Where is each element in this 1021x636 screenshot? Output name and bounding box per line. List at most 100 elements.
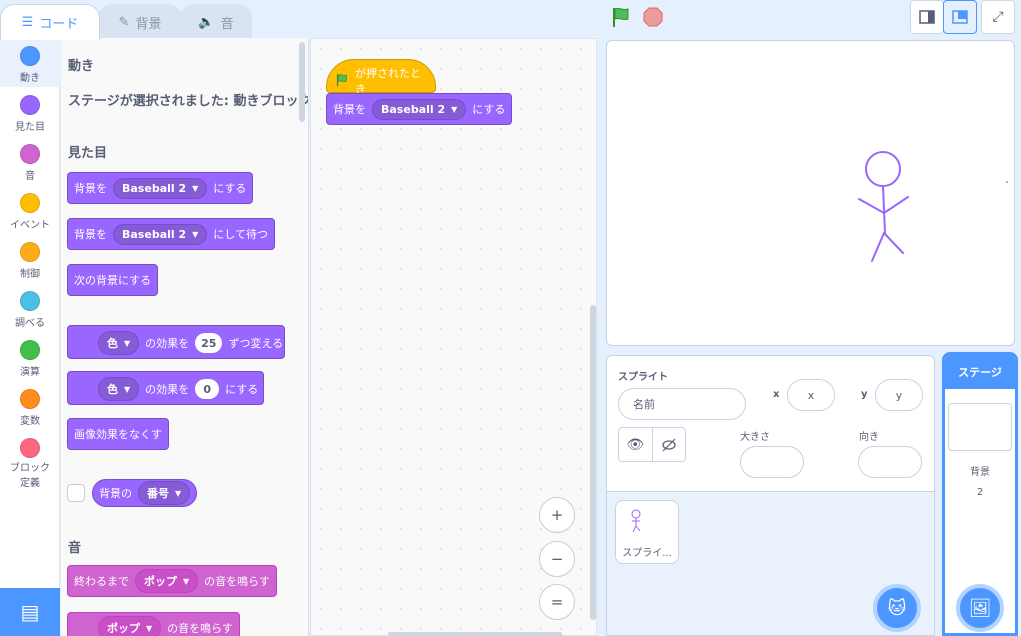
speaker-icon: 🔈 (198, 15, 215, 30)
block-switch-backdrop[interactable]: 背景を Baseball 2 ▼ にする (326, 93, 513, 125)
backdrop-number-checkbox[interactable] (67, 484, 85, 502)
chevron-down-icon: ▼ (175, 488, 182, 498)
effect-amount-input[interactable]: 25 (195, 333, 223, 353)
backdrop-dropdown[interactable]: Baseball 2 ▼ (113, 177, 208, 199)
control-icon (20, 242, 40, 262)
tab-backdrops[interactable]: ✎ 背景 (98, 4, 182, 40)
category-sensing[interactable]: 調べる (0, 283, 60, 332)
category-control[interactable]: 制御 (0, 234, 60, 283)
sound-dropdown[interactable]: ポップ ▼ (98, 616, 162, 636)
effect-value-input[interactable]: 0 (195, 379, 220, 399)
chevron-down-icon: ▼ (124, 338, 131, 348)
category-looks[interactable]: 見た目 (0, 87, 60, 136)
section-title-motion: 動き (68, 59, 95, 74)
large-stage-icon (952, 10, 968, 24)
looks-icon (20, 95, 40, 115)
block-switch-backdrop-wait[interactable]: 背景を Baseball 2 ▼ にして待つ (67, 218, 275, 250)
stage-selector-title: ステージ (945, 355, 1015, 389)
stage-canvas[interactable] (606, 40, 1015, 346)
category-events[interactable]: イベント (0, 185, 60, 234)
chevron-down-icon: ▼ (183, 576, 190, 586)
script-scrollbar-horizontal[interactable] (388, 632, 562, 636)
block-clear-effects[interactable]: 画像効果をなくす (67, 418, 169, 450)
green-flag-icon[interactable] (610, 6, 632, 32)
visibility-toggle: 👁 (618, 427, 686, 462)
script-scrollbar-vertical[interactable] (590, 305, 596, 620)
tab-sounds[interactable]: 🔈 音 (180, 4, 252, 40)
block-next-backdrop[interactable]: 次の背景にする (67, 264, 159, 296)
events-icon (20, 193, 40, 213)
tab-code[interactable]: ☰ コード (0, 4, 100, 40)
block-play-sound-until-done[interactable]: 終わるまで ポップ ▼ の音を鳴らす (67, 565, 277, 597)
fullscreen-button[interactable]: ⤢ (981, 0, 1015, 34)
y-field[interactable]: y (875, 379, 923, 411)
block-set-effect[interactable]: 色 ▼ の効果を 0 にする (67, 371, 264, 405)
category-operators[interactable]: 演算 (0, 332, 60, 381)
stick-figure-sprite (858, 151, 1008, 262)
category-sound[interactable]: 音 (0, 136, 60, 185)
add-extension-button[interactable]: ▤ (0, 588, 60, 636)
backdrop-label: 背景 (970, 467, 990, 478)
block-change-effect[interactable]: 色 ▼ の効果を 25 ずつ変える (67, 325, 285, 359)
eye-off-icon (662, 438, 676, 451)
show-button[interactable]: 👁 (619, 428, 653, 461)
variables-icon (20, 389, 40, 409)
sound-dropdown[interactable]: ポップ ▼ (135, 569, 199, 593)
small-stage-icon (919, 10, 935, 24)
hide-button[interactable] (653, 428, 686, 461)
sprite-info-panel: スプライト 名前 x x y y 👁 大きさ 向き スプライ... 🐱 (606, 355, 935, 636)
script-area[interactable]: が押されたとき 背景を Baseball 2 ▼ にする + − = (310, 38, 597, 636)
zoom-in-button[interactable]: + (539, 497, 575, 533)
backdrop-dropdown[interactable]: Baseball 2 ▼ (113, 223, 208, 245)
stop-icon[interactable] (643, 7, 663, 31)
backdrop-attr-dropdown[interactable]: 番号 ▼ (138, 481, 191, 505)
effect-dropdown[interactable]: 色 ▼ (98, 377, 140, 401)
code-icon: ☰ (21, 15, 34, 30)
x-label: x (773, 389, 780, 400)
block-palette: 動き ステージが選択されました: 動きブロックはありません 見た目 背景を Ba… (61, 38, 309, 636)
sprite-thumb-icon (631, 509, 641, 533)
motion-empty-note: ステージが選択されました: 動きブロックはありません (68, 94, 309, 109)
x-field[interactable]: x (787, 379, 835, 411)
stage-thumbnail (948, 403, 1012, 451)
brush-icon: ✎ (118, 15, 130, 30)
sprite-list: スプライ... 🐱 (607, 491, 934, 635)
size-label: 大きさ (740, 432, 770, 443)
effect-dropdown[interactable]: 色 ▼ (98, 331, 140, 355)
chevron-down-icon: ▼ (451, 104, 458, 114)
block-switch-backdrop[interactable]: 背景を Baseball 2 ▼ にする (67, 172, 254, 204)
cat-add-icon: 🐱 (887, 597, 907, 619)
small-stage-button[interactable] (910, 0, 944, 34)
section-title-sound: 音 (68, 541, 82, 556)
chevron-down-icon: ▼ (192, 229, 199, 239)
block-backdrop-reporter[interactable]: 背景の 番号 ▼ (92, 479, 198, 507)
sprite-thumbnail[interactable]: スプライ... (615, 500, 679, 564)
category-menu: 動き 見た目 音 イベント 制御 調べる 演算 変数 ブロック定義 (0, 38, 60, 636)
direction-field[interactable] (858, 446, 922, 478)
backdrop-dropdown[interactable]: Baseball 2 ▼ (372, 98, 467, 120)
add-sprite-button[interactable]: 🐱 (873, 584, 921, 632)
zoom-in-icon: + (550, 506, 564, 524)
stage-selector[interactable]: ステージ 背景 2 🖼 (942, 352, 1018, 636)
category-motion[interactable]: 動き (0, 38, 60, 87)
eye-icon: 👁 (626, 436, 645, 453)
zoom-out-button[interactable]: − (539, 541, 575, 577)
category-my-blocks[interactable]: ブロック定義 (0, 430, 60, 489)
block-start-sound[interactable]: ポップ ▼ の音を鳴らす (67, 612, 240, 636)
sensing-icon (20, 291, 40, 311)
large-stage-button[interactable] (943, 0, 977, 34)
sprite-panel-title: スプライト (618, 372, 668, 383)
zoom-reset-button[interactable]: = (539, 584, 575, 620)
block-when-flag-clicked[interactable]: が押されたとき (326, 59, 436, 96)
y-label: y (861, 389, 868, 400)
category-variables[interactable]: 変数 (0, 381, 60, 430)
operators-icon (20, 340, 40, 360)
add-backdrop-button[interactable]: 🖼 (956, 584, 1004, 632)
sprite-name-field[interactable]: 名前 (618, 388, 746, 420)
backdrop-count: 2 (976, 487, 984, 498)
extension-icon: ▤ (20, 600, 40, 624)
direction-label: 向き (859, 432, 879, 443)
palette-scrollbar[interactable] (299, 42, 305, 122)
size-field[interactable] (740, 446, 804, 478)
sound-icon (20, 144, 40, 164)
